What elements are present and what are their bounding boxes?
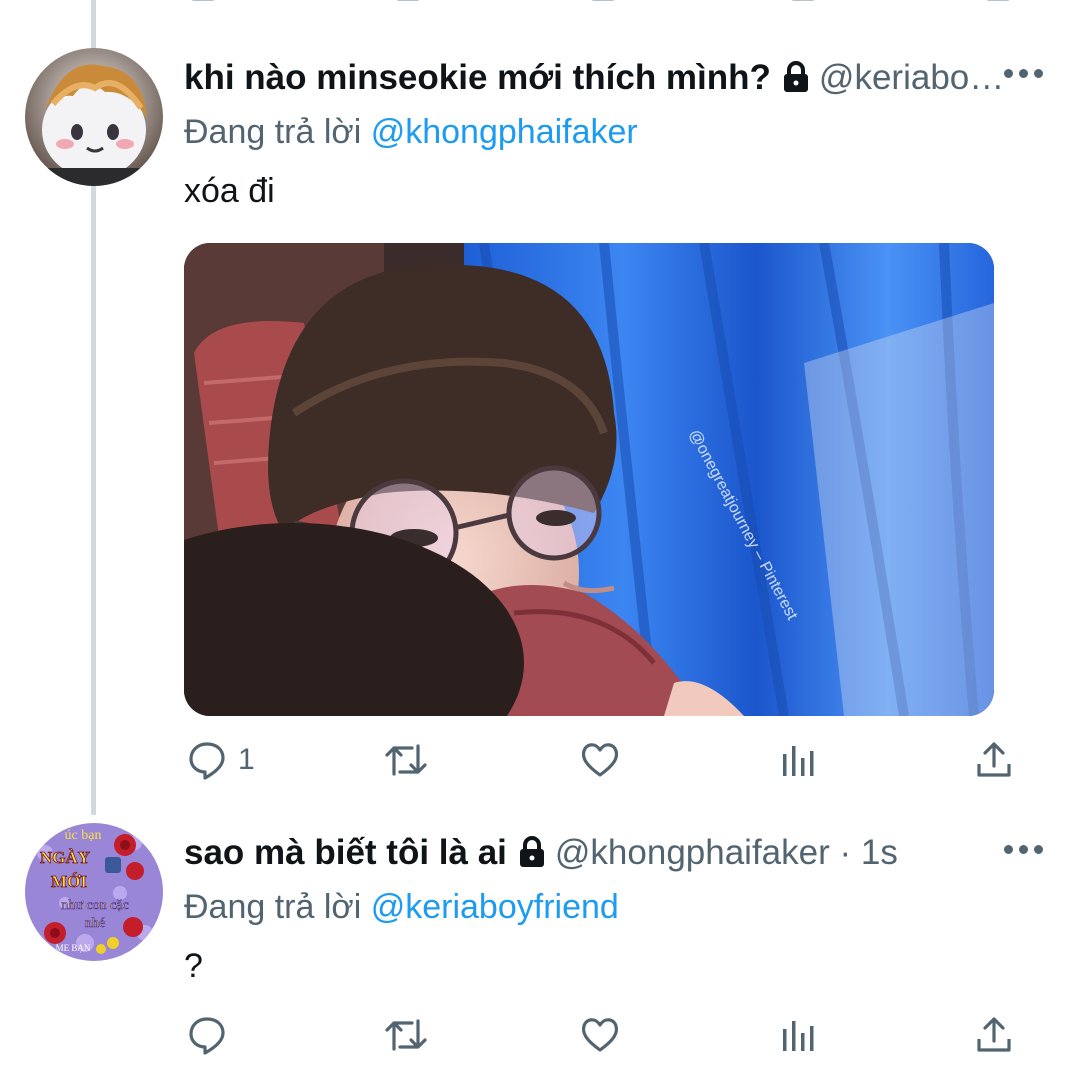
share-icon xyxy=(974,740,1014,780)
avatar-text: MỚI xyxy=(51,872,87,891)
like-button[interactable] xyxy=(580,1010,620,1060)
tweet-content: khi nào minseokie mới thích mình? @keriab… xyxy=(184,50,1020,211)
reply-button[interactable] xyxy=(188,1010,238,1060)
avatar[interactable] xyxy=(25,48,163,186)
timestamp[interactable]: · 1s xyxy=(840,833,898,872)
handle[interactable]: @khongphaifaker xyxy=(555,833,830,872)
like-button[interactable] xyxy=(580,735,620,785)
tweet-text: ? xyxy=(184,947,203,985)
avatar-text: ME BẠN xyxy=(56,943,91,953)
replying-prefix: Đang trả lời xyxy=(184,888,362,926)
avatar-text: như con cặc xyxy=(61,898,128,913)
replying-to: Đang trả lời @khongphaifaker xyxy=(184,106,1020,158)
tweet[interactable]: khi nào minseokie mới thích mình? @keriab… xyxy=(0,0,1080,815)
replying-to: Đang trả lời @keriaboyfriend xyxy=(184,881,1020,933)
more-icon[interactable] xyxy=(1004,69,1044,81)
tweet-header: sao mà biết tôi là ai @khongphaifaker · 1… xyxy=(184,825,1020,881)
avatar-text: úc bạn xyxy=(65,828,102,843)
tweet-actions: 1 xyxy=(184,735,1024,785)
display-name[interactable]: khi nào minseokie mới thích mình? xyxy=(184,58,771,97)
analytics-icon xyxy=(780,742,816,778)
analytics-button[interactable] xyxy=(780,1010,816,1060)
tweet-photo[interactable]: @onegreatjourney – Pinterest xyxy=(184,243,994,716)
tweet-content: sao mà biết tôi là ai @khongphaifaker · 1… xyxy=(184,825,1020,986)
avatar-text: nhé xyxy=(85,916,105,931)
replying-prefix: Đang trả lời xyxy=(184,113,362,151)
lock-icon xyxy=(781,54,811,110)
like-icon xyxy=(580,1016,620,1054)
handle[interactable]: @keriabo… xyxy=(819,58,1004,97)
analytics-button[interactable] xyxy=(780,735,816,785)
reply-icon xyxy=(188,740,226,780)
tweet[interactable]: úc bạn NGÀY MỚI như con cặc nhé ME BẠN s… xyxy=(0,815,1080,1070)
retweet-icon xyxy=(384,740,428,780)
avatar[interactable]: úc bạn NGÀY MỚI như con cặc nhé ME BẠN xyxy=(25,823,163,961)
tweet-text: xóa đi xyxy=(184,172,275,210)
more-icon[interactable] xyxy=(1004,845,1044,857)
share-button[interactable] xyxy=(974,735,1014,785)
mention-link[interactable]: @keriaboyfriend xyxy=(371,888,619,926)
tweet-actions xyxy=(184,1010,1024,1060)
tweet-header: khi nào minseokie mới thích mình? @keriab… xyxy=(184,50,1020,106)
lock-icon xyxy=(517,829,547,885)
share-button[interactable] xyxy=(974,1010,1014,1060)
share-icon xyxy=(974,1015,1014,1055)
retweet-icon xyxy=(384,1015,428,1055)
retweet-button[interactable] xyxy=(384,735,428,785)
retweet-button[interactable] xyxy=(384,1010,428,1060)
display-name[interactable]: sao mà biết tôi là ai xyxy=(184,833,507,872)
reply-button[interactable]: 1 xyxy=(188,735,255,785)
analytics-icon xyxy=(780,1017,816,1053)
avatar-text: NGÀY xyxy=(40,848,90,867)
like-icon xyxy=(580,741,620,779)
reply-icon xyxy=(188,1015,226,1055)
reply-count: 1 xyxy=(238,743,255,776)
mention-link[interactable]: @khongphaifaker xyxy=(371,113,638,151)
